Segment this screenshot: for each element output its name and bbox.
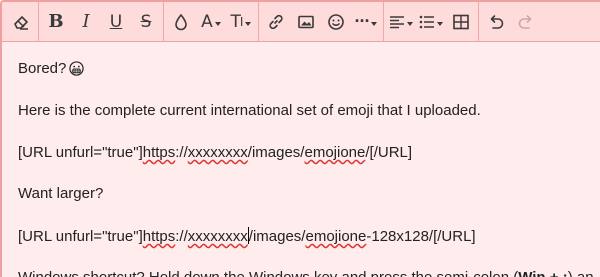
clear-formatting-button[interactable] <box>6 6 36 38</box>
url-part-sep: :// <box>175 228 188 245</box>
url-part-scheme: https <box>142 228 176 245</box>
strikethrough-icon: S <box>140 11 152 32</box>
grimacing-emoji-icon <box>69 61 85 76</box>
eraser-icon <box>14 15 28 30</box>
url-part-host: xxxxxxxx <box>187 228 248 245</box>
content-line-2: Here is the complete current internation… <box>18 102 481 119</box>
bold-button[interactable]: B <box>41 6 71 38</box>
rich-text-editor: B I U S A T I ··· Bored? Here is the com… <box>0 0 600 277</box>
align-button[interactable] <box>386 6 416 38</box>
url-part-path: /images/ <box>247 144 305 161</box>
toolbar-group-history <box>479 2 543 41</box>
list-button[interactable] <box>416 6 446 38</box>
toolbar-group-font: A T I <box>164 2 259 41</box>
undo-icon <box>490 14 504 29</box>
insert-table-button[interactable] <box>446 6 476 38</box>
chevron-down-icon <box>245 21 252 26</box>
redo-icon <box>518 14 532 29</box>
chevron-down-icon <box>407 21 413 26</box>
font-size-small-icon: I <box>239 14 244 29</box>
insert-smilie-button[interactable] <box>321 6 351 38</box>
italic-icon: I <box>82 11 90 32</box>
bold-icon: B <box>48 11 64 32</box>
font-size-button[interactable]: T I <box>226 6 256 38</box>
line-1-text: Bored? <box>18 60 67 77</box>
align-left-icon <box>390 15 404 28</box>
chevron-down-icon <box>371 21 378 26</box>
line-6-text-c: ) an <box>568 269 594 277</box>
link-icon <box>269 14 283 29</box>
italic-button[interactable]: I <box>71 6 101 38</box>
more-icon: ··· <box>354 11 371 31</box>
text-color-icon <box>175 13 187 30</box>
url-part-path: /images/ <box>248 228 306 245</box>
url-tag-close: /[/URL] <box>365 144 413 161</box>
toolbar-group-text-style: B I U S <box>39 2 164 41</box>
url-part-host: xxxxxxxx <box>187 144 248 161</box>
url-tag-close: -128x128/[/URL] <box>366 228 476 245</box>
url-tag-open: [URL unfurl="true"] <box>18 228 143 245</box>
insert-link-button[interactable] <box>261 6 291 38</box>
list-icon <box>419 15 434 28</box>
editor-toolbar: B I U S A T I ··· <box>2 2 600 42</box>
line-6-shortcut: Win + ; <box>518 269 567 277</box>
underline-icon: U <box>109 11 123 32</box>
chevron-down-icon <box>214 21 221 26</box>
redo-button[interactable] <box>511 6 541 38</box>
more-options-button[interactable]: ··· <box>351 6 381 38</box>
underline-button[interactable]: U <box>101 6 131 38</box>
url-part-scheme: https <box>142 144 176 161</box>
table-icon <box>453 14 469 29</box>
text-color-button[interactable] <box>166 6 196 38</box>
url-part-sep: :// <box>175 144 188 161</box>
font-family-button[interactable]: A <box>196 6 226 38</box>
content-line-6: Windows shortcut? Hold down the Windows … <box>18 269 594 277</box>
url-part-folder: emojione <box>304 144 366 161</box>
font-family-icon: A <box>201 11 213 32</box>
toolbar-group-clear <box>4 2 39 41</box>
url-part-folder: emojione <box>305 228 367 245</box>
smilie-icon <box>328 13 344 30</box>
toolbar-group-layout <box>384 2 479 41</box>
image-icon <box>298 15 314 28</box>
url-tag-open: [URL unfurl="true"] <box>18 144 143 161</box>
content-line-5: [URL unfurl="true"]https://xxxxxxxx/imag… <box>18 227 476 246</box>
insert-image-button[interactable] <box>291 6 321 38</box>
content-line-4: Want larger? <box>18 185 104 202</box>
line-6-text-a: Windows shortcut? Hold down the Windows … <box>18 269 518 277</box>
strikethrough-button[interactable]: S <box>131 6 161 38</box>
content-line-3: [URL unfurl="true"]https://xxxxxxxx/imag… <box>18 144 412 162</box>
toolbar-group-insert: ··· <box>259 2 384 41</box>
content-line-1: Bored? <box>18 60 85 78</box>
chevron-down-icon <box>437 21 443 26</box>
undo-button[interactable] <box>481 6 511 38</box>
